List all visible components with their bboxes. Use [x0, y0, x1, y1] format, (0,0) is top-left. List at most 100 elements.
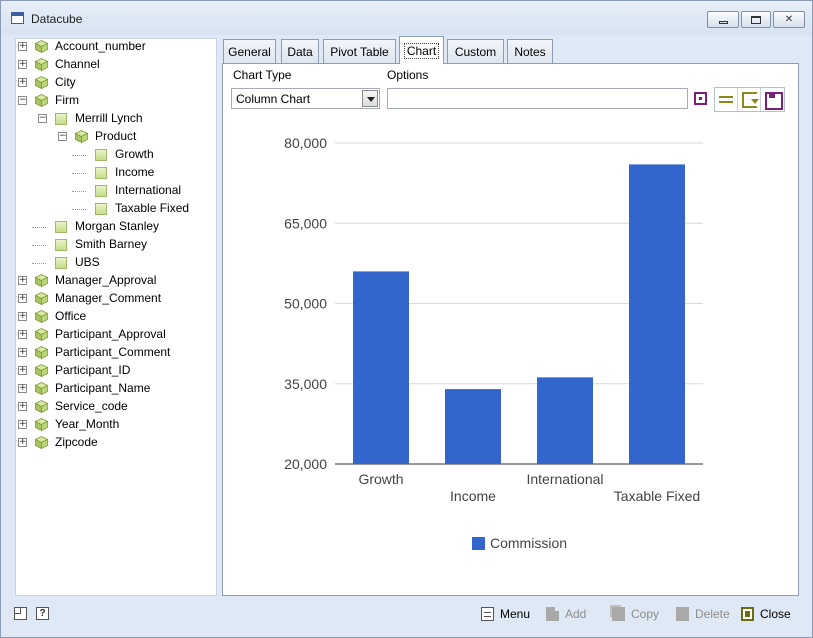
tree-connector	[32, 227, 46, 228]
expand-icon[interactable]: +	[18, 42, 27, 51]
title-bar[interactable]: Datacube ✕	[1, 1, 812, 35]
tree-item-manager-comment[interactable]: + Manager_Comment	[18, 290, 208, 308]
restore-layout-icon[interactable]	[14, 607, 27, 620]
expand-icon[interactable]: +	[18, 438, 27, 447]
expand-icon[interactable]: +	[18, 294, 27, 303]
maximize-button[interactable]	[741, 11, 771, 28]
tree-item-office[interactable]: + Office	[18, 308, 208, 326]
tree-connector	[72, 209, 86, 210]
expand-icon[interactable]: +	[18, 402, 27, 411]
tree-item-participant-comment[interactable]: + Participant_Comment	[18, 344, 208, 362]
cube-icon	[35, 292, 48, 305]
cube-icon	[35, 364, 48, 377]
options-picker-icon[interactable]	[694, 92, 707, 105]
tree-item-label: Firm	[55, 93, 79, 107]
tree-item-manager-approval[interactable]: + Manager_Approval	[18, 272, 208, 290]
cube-icon	[35, 346, 48, 359]
menu-icon	[481, 607, 494, 621]
x-tick-label: Taxable Fixed	[614, 488, 700, 504]
close-icon	[741, 607, 754, 621]
expand-icon[interactable]: +	[18, 78, 27, 87]
tree-item-participant-name[interactable]: + Participant_Name	[18, 380, 208, 398]
expand-icon[interactable]: +	[18, 312, 27, 321]
tree-item-product[interactable]: − Product	[58, 128, 248, 146]
collapse-icon[interactable]: −	[58, 132, 67, 141]
delete-label: Delete	[695, 607, 730, 621]
close-window-button[interactable]: ✕	[773, 11, 805, 28]
collapse-icon[interactable]: −	[18, 96, 27, 105]
tree-connector	[72, 155, 86, 156]
tree-item-participant-approval[interactable]: + Participant_Approval	[18, 326, 208, 344]
expand-icon[interactable]: +	[18, 348, 27, 357]
tab-chart[interactable]: Chart	[399, 36, 444, 64]
tree-item-zipcode[interactable]: + Zipcode	[18, 434, 208, 452]
copy-button[interactable]: Copy	[612, 605, 659, 623]
cube-icon	[35, 58, 48, 71]
copy-icon	[612, 607, 625, 621]
tree-item-label: Manager_Comment	[55, 291, 162, 305]
cube-icon	[35, 274, 48, 287]
tree-item-firm[interactable]: − Firm	[18, 92, 208, 110]
chart-toolbar	[714, 87, 785, 112]
tab-custom[interactable]: Custom	[447, 39, 504, 63]
expand-icon[interactable]: +	[18, 384, 27, 393]
delete-button[interactable]: Delete	[676, 605, 730, 623]
expand-icon[interactable]: +	[18, 366, 27, 375]
tab-notes[interactable]: Notes	[507, 39, 553, 63]
tree-item-morgan-stanley[interactable]: Morgan Stanley	[32, 218, 228, 236]
chevron-down-icon[interactable]	[362, 90, 378, 107]
tree-item-label: Growth	[115, 147, 154, 161]
leaf-icon	[95, 149, 107, 161]
equal-icon[interactable]	[715, 88, 738, 111]
cube-icon	[35, 328, 48, 341]
expand-icon[interactable]: +	[18, 330, 27, 339]
tree-item-label: Smith Barney	[75, 237, 148, 251]
menu-label: Menu	[500, 607, 531, 621]
tree-item-merrill-lynch[interactable]: − Merrill Lynch	[38, 110, 228, 128]
tree-item-label: City	[55, 75, 76, 89]
tree-item-label: Participant_Approval	[55, 327, 166, 341]
window-title: Datacube	[31, 12, 83, 26]
tree-connector	[32, 263, 46, 264]
cube-icon	[35, 310, 48, 323]
tree-item-account-number[interactable]: + Account_number	[18, 38, 208, 56]
bar-taxable-fixed	[629, 164, 685, 464]
cube-icon	[35, 40, 48, 53]
cube-icon	[35, 418, 48, 431]
collapse-icon[interactable]: −	[38, 114, 47, 123]
tree-item-label: Merrill Lynch	[75, 111, 143, 125]
minimize-button[interactable]	[707, 11, 739, 28]
help-icon[interactable]: ?	[36, 607, 49, 620]
tree-item-label: UBS	[75, 255, 100, 269]
tab-general[interactable]: General	[223, 39, 276, 63]
options-input[interactable]	[387, 88, 688, 109]
chart-type-select[interactable]: Column Chart	[231, 88, 380, 109]
tree-item-year-month[interactable]: + Year_Month	[18, 416, 208, 434]
chart-type-value: Column Chart	[236, 92, 311, 106]
leaf-icon	[55, 221, 67, 233]
expand-icon[interactable]: +	[18, 420, 27, 429]
tree-item-city[interactable]: + City	[18, 74, 208, 92]
tree-item-participant-id[interactable]: + Participant_ID	[18, 362, 208, 380]
refresh-icon[interactable]	[738, 88, 761, 111]
cube-icon	[35, 400, 48, 413]
expand-icon[interactable]: +	[18, 276, 27, 285]
tree-item-ubs[interactable]: UBS	[32, 254, 228, 272]
tab-pivot-table[interactable]: Pivot Table	[323, 39, 396, 63]
y-tick-label: 65,000	[284, 215, 327, 231]
tab-label: Custom	[454, 44, 497, 59]
datacube-window: Datacube ✕ + Account_number + Channel + City −…	[0, 0, 813, 638]
tree-item-service-code[interactable]: + Service_code	[18, 398, 208, 416]
leaf-icon	[55, 239, 67, 251]
tree-item-smith-barney[interactable]: Smith Barney	[32, 236, 228, 254]
tree-item-channel[interactable]: + Channel	[18, 56, 208, 74]
menu-button[interactable]: Menu	[481, 605, 530, 623]
expand-icon[interactable]: +	[18, 60, 27, 69]
save-icon[interactable]	[761, 88, 784, 111]
tree-item-label: Participant_Comment	[55, 345, 171, 359]
tab-data[interactable]: Data	[281, 39, 319, 63]
close-button[interactable]: Close	[741, 605, 791, 623]
add-button[interactable]: Add	[546, 605, 586, 623]
tree-item-label: Channel	[55, 57, 100, 71]
tree-connector	[32, 245, 46, 246]
